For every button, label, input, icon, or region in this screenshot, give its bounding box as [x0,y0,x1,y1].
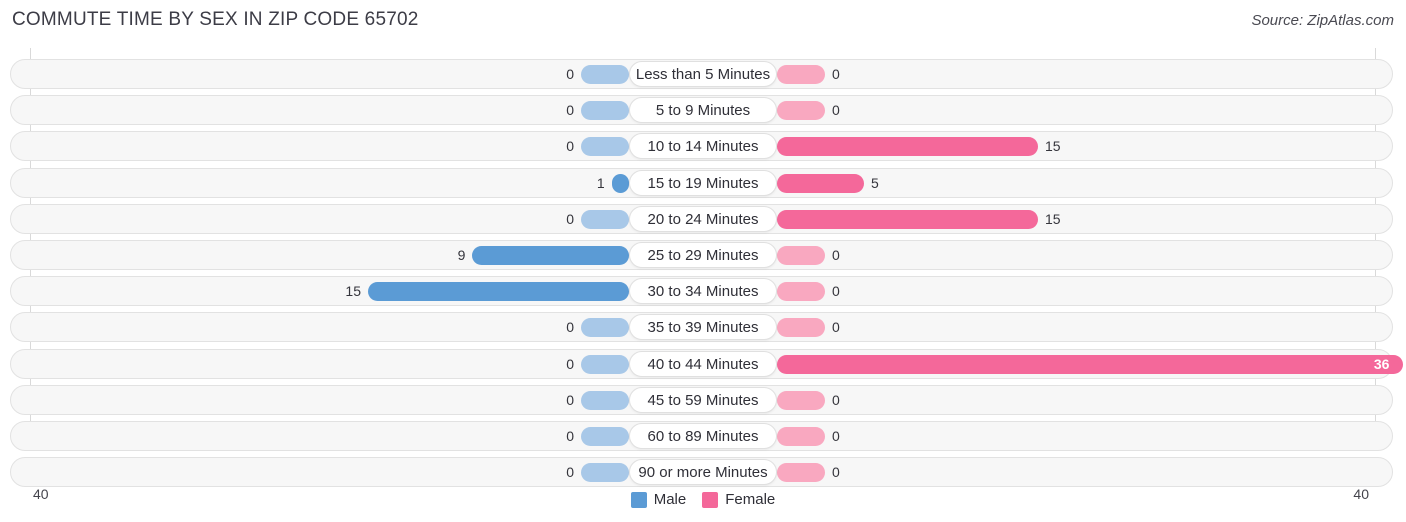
bar-male [581,318,629,338]
bar-male [472,246,629,265]
category-label: 30 to 34 Minutes [629,278,777,305]
value-label-female: 0 [832,391,840,408]
category-label: 40 to 44 Minutes [629,350,777,377]
table-row: 1 5 15 to 19 Minutes [10,167,1393,198]
category-label: Less than 5 Minutes [629,61,777,87]
value-label-male: 0 [566,319,574,336]
legend-label: Female [725,491,776,508]
bar-male [581,137,629,157]
bar-female [777,318,825,338]
value-label-male: 9 [457,247,466,263]
bar-male [581,65,629,84]
bar-female [777,65,825,84]
chart-plot-area: 0 0 Less than 5 Minutes 0 0 5 to 9 Minutes 0 15… [0,48,1406,488]
value-label-female: 36 [1373,355,1390,372]
table-row: 15 0 30 to 34 Minutes [10,276,1393,307]
value-label-female: 0 [832,283,840,300]
bar-male [368,282,629,302]
bar-female [777,137,1038,157]
value-label-female: 0 [832,319,840,336]
category-label: 60 to 89 Minutes [629,423,777,449]
bar-male [611,173,629,193]
female-color-swatch [702,491,719,508]
page-title: COMMUTE TIME BY SEX IN ZIP CODE 65702 [12,9,419,30]
bar-male [581,354,629,374]
bar-male [581,101,629,121]
bar-female [777,282,825,302]
value-label-female: 5 [871,174,879,191]
table-row: 0 0 5 to 9 Minutes [10,95,1393,126]
value-label-male: 0 [566,391,574,408]
bar-male [581,463,629,483]
value-label-female: 0 [832,102,840,119]
category-label: 5 to 9 Minutes [629,97,777,124]
table-row: 0 36 40 to 44 Minutes [10,348,1404,379]
value-label-male: 0 [566,464,574,481]
value-label-male: 15 [345,283,361,300]
category-label: 10 to 14 Minutes [629,133,777,160]
value-label-male: 0 [566,66,574,82]
bar-female [777,390,825,410]
value-label-male: 0 [566,102,574,119]
bar-female [777,173,864,193]
table-row: 0 0 Less than 5 Minutes [10,59,1393,89]
table-row: 9 0 25 to 29 Minutes [10,240,1393,270]
bar-female [777,246,825,265]
value-label-male: 0 [566,138,574,155]
category-label: 25 to 29 Minutes [629,242,777,268]
chart-legend: Male Female [0,491,1406,508]
bar-male [581,390,629,410]
table-row: 0 15 10 to 14 Minutes [10,131,1393,162]
value-label-male: 0 [566,428,574,444]
category-label: 35 to 39 Minutes [629,314,777,341]
table-row: 0 15 20 to 24 Minutes [10,203,1393,234]
category-label: 90 or more Minutes [629,459,777,486]
value-label-female: 0 [832,464,840,481]
bar-female [777,209,1038,229]
value-label-female: 15 [1045,210,1061,227]
source-attribution: Source: ZipAtlas.com [1251,12,1394,29]
legend-label: Male [653,491,687,508]
table-row: 0 0 60 to 89 Minutes [10,421,1393,451]
legend-item: Male [630,491,687,508]
bar-male [581,427,629,446]
value-label-female: 0 [832,66,840,82]
bar-female [777,427,825,446]
category-label: 45 to 59 Minutes [629,386,777,413]
value-label-female: 15 [1045,138,1061,155]
male-color-swatch [630,491,647,508]
value-label-male: 0 [566,210,574,227]
value-label-male: 0 [566,355,574,372]
value-label-male: 1 [596,174,605,191]
category-label: 20 to 24 Minutes [629,205,777,232]
bar-female [777,463,825,483]
bar-male [581,209,629,229]
category-label: 15 to 19 Minutes [629,169,777,196]
value-label-female: 0 [832,428,840,444]
bar-female [777,101,825,121]
value-label-female: 0 [832,247,840,263]
legend-item: Female [702,491,775,508]
table-row: 0 0 45 to 59 Minutes [10,384,1393,415]
table-row: 0 0 35 to 39 Minutes [10,312,1393,343]
table-row: 0 0 90 or more Minutes [10,457,1393,488]
